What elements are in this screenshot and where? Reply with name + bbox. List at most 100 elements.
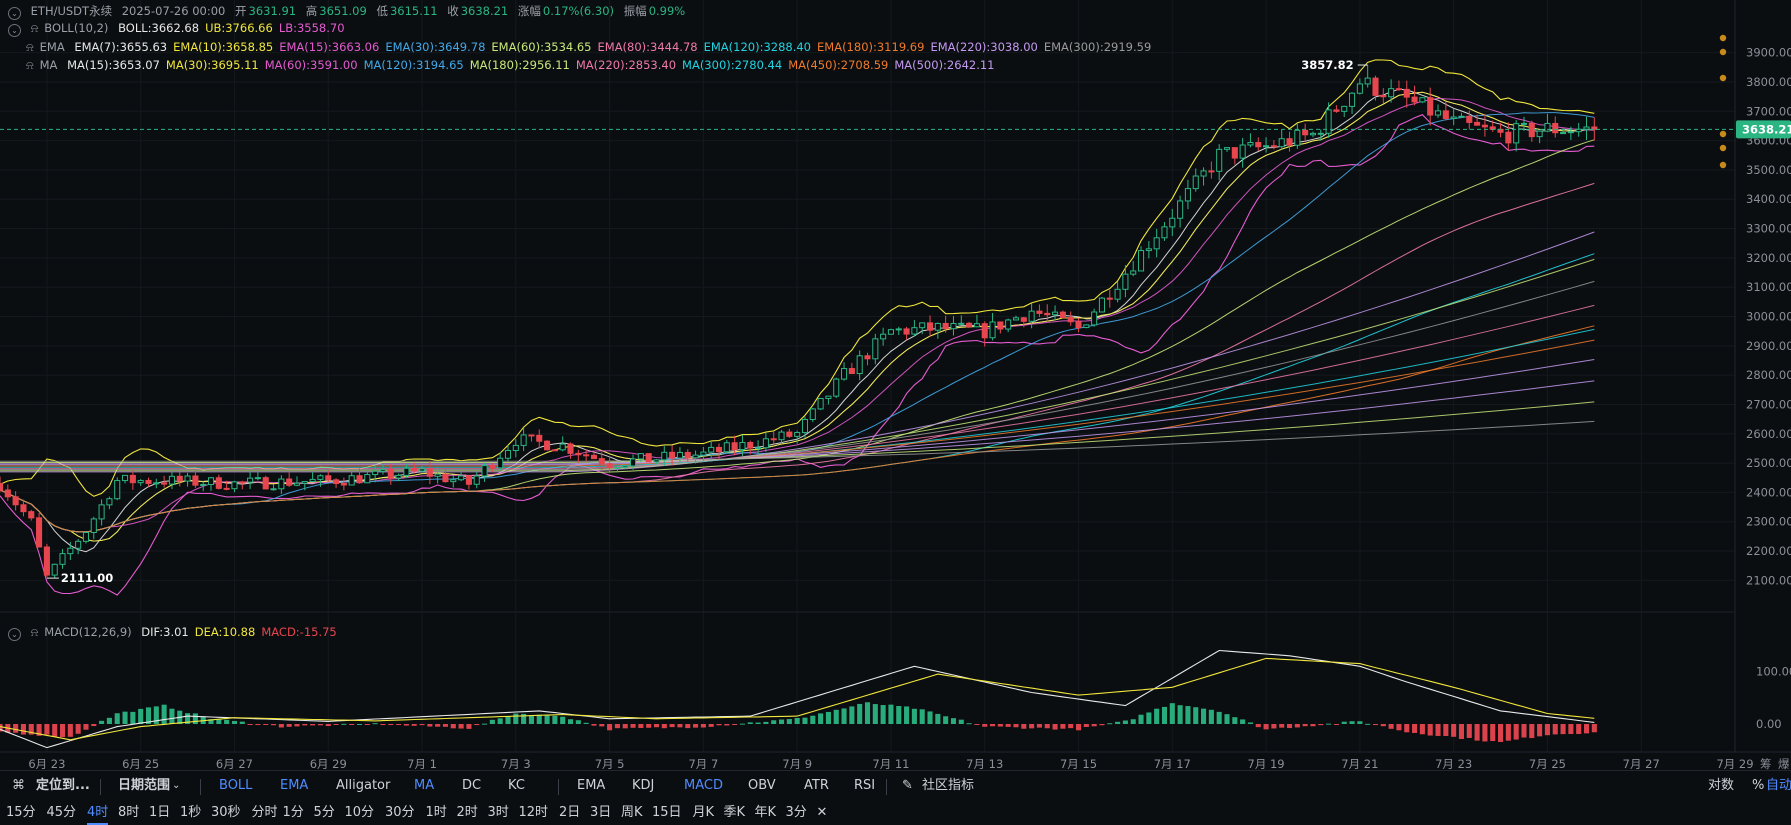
current-price-value: 3638.21 (1742, 122, 1791, 136)
community-indicators-button[interactable]: 社区指标 (922, 771, 974, 801)
scale-auto-button[interactable]: 自动 (1766, 771, 1791, 801)
macd-histogram-bar (1396, 724, 1402, 731)
main-indicator-dc[interactable]: DC (462, 771, 481, 801)
main-indicator-ma[interactable]: MA (414, 771, 434, 801)
timeframe-2[interactable]: 4时 (87, 802, 109, 825)
candle-body (1395, 88, 1402, 91)
macd-histogram-bar (544, 714, 550, 724)
macd-histogram-bar (59, 724, 66, 738)
candle-body (1052, 311, 1059, 316)
timeframe-4[interactable]: 1日 (149, 802, 170, 823)
macd-histogram-bar (1240, 719, 1246, 724)
macd-histogram-bar (567, 719, 574, 724)
close-icon[interactable]: ✕ (817, 802, 828, 823)
sub-indicator-atr[interactable]: ATR (804, 771, 829, 801)
macd-histogram-bar (622, 724, 628, 729)
macd-histogram-bar (1357, 721, 1363, 724)
timeframe-6[interactable]: 30秒 (211, 802, 241, 823)
candle-body (395, 474, 402, 479)
timeframe-15[interactable]: 12时 (519, 802, 549, 823)
timeframe-8[interactable]: 1分 (283, 802, 304, 823)
collapse-icon[interactable]: ⌄ (8, 24, 21, 37)
bell-icon[interactable]: ⍾ (26, 40, 34, 54)
sub-indicator-ema[interactable]: EMA (577, 771, 605, 801)
chart-area[interactable]: 3900.003800.003700.003600.003500.003400.… (0, 0, 1791, 770)
scale-percent-button[interactable]: % (1752, 771, 1764, 801)
sub-indicator-macd[interactable]: MACD (684, 771, 723, 801)
sub-indicator-rsi[interactable]: RSI (854, 771, 875, 801)
high-label: 高 (305, 4, 318, 18)
timeframe-20[interactable]: 月K (693, 802, 715, 823)
divider (200, 779, 201, 795)
timeframe-18[interactable]: 周K (621, 802, 643, 823)
timeframe-7[interactable]: 分时 (252, 802, 278, 823)
scale-log-button[interactable]: 对数 (1708, 771, 1734, 801)
candle-body (1317, 132, 1324, 135)
candle-body (1028, 310, 1035, 322)
timeframe-23[interactable]: 3分 (786, 802, 807, 823)
candle-body (184, 475, 191, 482)
bell-icon[interactable]: ⍾ (31, 21, 39, 35)
candle-body (1059, 311, 1066, 319)
timeframe-9[interactable]: 5分 (314, 802, 335, 823)
candle-body (794, 432, 801, 437)
timeframe-1[interactable]: 45分 (47, 802, 77, 823)
timeframe-5[interactable]: 1秒 (180, 802, 201, 823)
collapse-icon[interactable]: ⌄ (8, 7, 21, 20)
macd-histogram-bar (1466, 724, 1472, 738)
timeframe-3[interactable]: 8时 (118, 802, 139, 823)
bell-icon[interactable]: ⍾ (31, 625, 39, 639)
main-indicator-alligator[interactable]: Alligator (336, 771, 390, 801)
sub-indicator-obv[interactable]: OBV (748, 771, 776, 801)
macd-histogram-bar (1318, 724, 1324, 726)
candle-body (1544, 122, 1551, 132)
sub-indicator-kdj[interactable]: KDJ (632, 771, 654, 801)
timeframe-17[interactable]: 3日 (590, 802, 611, 823)
ma-legend-item: MA(180):2956.11 (469, 58, 570, 72)
main-indicator-kc[interactable]: KC (508, 771, 525, 801)
candle-body (801, 419, 809, 434)
timeframe-14[interactable]: 3时 (488, 802, 509, 823)
macd-histogram-bar (904, 706, 910, 724)
date-range-button[interactable]: 日期范围 (118, 771, 170, 801)
timeframe-22[interactable]: 年K (755, 802, 777, 823)
ma-legend-item: MA(120):3194.65 (363, 58, 464, 72)
time-label: 6月 25 (122, 757, 159, 770)
timeframe-12[interactable]: 1时 (426, 802, 447, 823)
candle-body (575, 452, 582, 456)
candle-body (1309, 132, 1317, 136)
candle-body (606, 463, 613, 469)
candle-body (489, 465, 496, 469)
timeframe-21[interactable]: 季K (724, 802, 746, 823)
candle-body (247, 477, 254, 483)
timeframe-10[interactable]: 10分 (345, 802, 375, 823)
bell-icon[interactable]: ⍾ (26, 58, 34, 72)
macd-histogram-bar (739, 723, 745, 725)
timeframe-11[interactable]: 30分 (385, 802, 415, 823)
macd-histogram-bar (1279, 724, 1285, 728)
edit-icon[interactable]: ✎ (902, 771, 913, 801)
macd-histogram-bar (474, 724, 480, 726)
macd-histogram-bar (747, 722, 753, 724)
calendar-icon[interactable]: ⌘ (12, 771, 25, 801)
candle-body (192, 475, 199, 486)
candle-body (1450, 116, 1457, 119)
candle-body (911, 327, 918, 335)
collapse-icon[interactable]: ⌄ (8, 628, 21, 641)
timeframe-0[interactable]: 15分 (6, 802, 36, 823)
time-label: 7月 23 (1435, 757, 1472, 770)
candle-body (1560, 132, 1567, 135)
macd-histogram-bar (466, 724, 472, 729)
main-indicator-ema[interactable]: EMA (280, 771, 308, 801)
timeframe-19[interactable]: 15日 (652, 802, 682, 823)
time-label: 7月 21 (1341, 757, 1378, 770)
locate-button[interactable]: 定位到... (36, 771, 90, 801)
timeframe-13[interactable]: 2时 (457, 802, 478, 823)
chevron-down-icon[interactable]: ⌄ (172, 771, 180, 801)
candle-body (598, 458, 605, 465)
candle-body (590, 454, 598, 460)
candle-body (223, 487, 230, 490)
main-indicator-boll[interactable]: BOLL (219, 771, 252, 801)
candle-body (20, 504, 27, 513)
timeframe-16[interactable]: 2日 (559, 802, 580, 823)
